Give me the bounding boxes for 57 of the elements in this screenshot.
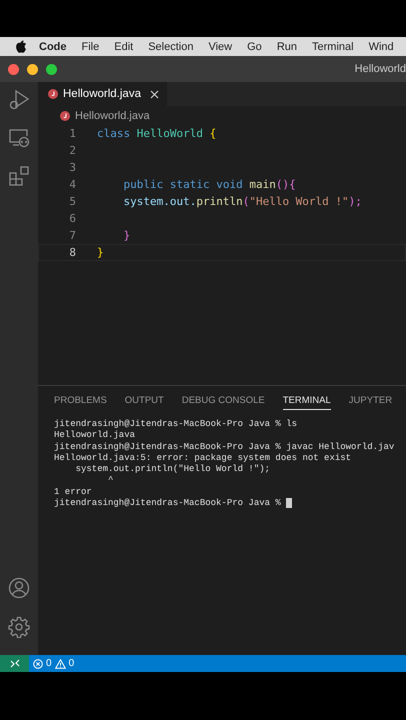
menu-item[interactable]: Run: [276, 40, 297, 52]
menu-item[interactable]: View: [208, 40, 232, 52]
text-cursor: [286, 498, 292, 508]
remote-explorer-icon[interactable]: [8, 128, 30, 148]
minimize-window-button[interactable]: [27, 64, 38, 74]
panel-tab[interactable]: OUTPUT: [124, 395, 164, 410]
code-line: system.out.println("Hello World !");: [122, 195, 362, 208]
extensions-icon[interactable]: [8, 165, 30, 187]
code-line: }: [97, 246, 104, 259]
settings-icon[interactable]: [8, 616, 30, 638]
warning-icon[interactable]: [54, 658, 66, 668]
close-icon[interactable]: [150, 90, 159, 98]
terminal-line: Helloworld.java:5: error: package system does not exist: [54, 452, 352, 464]
panel-tab[interactable]: DEBUG CONSOLE: [182, 395, 265, 410]
line-number: 1: [68, 127, 76, 140]
account-icon[interactable]: [8, 577, 30, 599]
menu-item[interactable]: Go: [247, 40, 262, 52]
menu-item[interactable]: File: [82, 40, 100, 52]
terminal-line: jitendrasingh@Jitendras-MacBook-Pro Java %: [54, 498, 282, 510]
terminal-line: Helloworld.java: [54, 430, 136, 442]
line-number: 3: [68, 161, 76, 174]
code-line: class HelloWorld {: [97, 127, 216, 140]
warning-count[interactable]: 0: [68, 658, 74, 669]
run-debug-icon[interactable]: [8, 89, 30, 111]
code-line: public static void main(){: [122, 178, 296, 191]
line-number: 5: [68, 195, 76, 208]
line-number: 4: [68, 178, 76, 191]
menu-item[interactable]: Selection: [148, 40, 194, 52]
panel-tab[interactable]: PROBLEMS: [54, 395, 107, 410]
error-count[interactable]: 0: [46, 658, 52, 669]
terminal-line: jitendrasingh@Jitendras-MacBook-Pro Java % javac Helloworld.jav: [54, 442, 394, 453]
terminal-line: 1 error: [54, 486, 92, 498]
remote-icon: [10, 659, 20, 668]
panel-tab[interactable]: TERMINAL: [282, 395, 331, 410]
breadcrumb-item[interactable]: Helloworld.java: [75, 110, 150, 122]
line-number: 2: [68, 144, 76, 157]
menu-item[interactable]: Wind: [368, 40, 394, 52]
line-number: 8: [68, 246, 76, 259]
terminal-line: ^: [107, 475, 114, 487]
menu-item[interactable]: Edit: [114, 40, 134, 52]
terminal-line: system.out.println("Hello World !");: [74, 464, 270, 476]
close-window-button[interactable]: [8, 64, 19, 74]
app-menu[interactable]: Code: [39, 40, 66, 52]
line-number: 6: [68, 212, 76, 225]
terminal-line: jitendrasingh@Jitendras-MacBook-Pro Java % ls: [54, 419, 298, 430]
menu-item[interactable]: Terminal: [312, 40, 354, 52]
java-file-icon: [48, 89, 58, 99]
zoom-window-button[interactable]: [46, 64, 57, 74]
panel-tab[interactable]: JUPYTER: [348, 395, 392, 410]
error-icon[interactable]: [33, 658, 43, 668]
editor-tab[interactable]: Helloworld.java: [38, 82, 167, 106]
java-file-icon: [60, 110, 70, 120]
apple-icon[interactable]: [15, 40, 27, 53]
window-title: Helloworld: [354, 63, 406, 75]
code-line: }: [122, 229, 130, 242]
remote-button[interactable]: [0, 655, 29, 672]
line-number: 7: [68, 229, 76, 242]
